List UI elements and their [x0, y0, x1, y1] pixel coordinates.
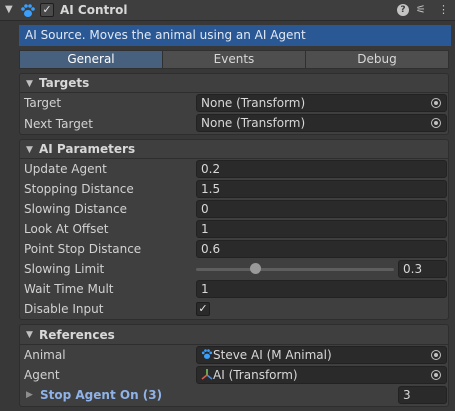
object-picker-icon[interactable] — [431, 350, 441, 360]
animal-field[interactable]: Steve AI (M Animal) — [196, 346, 447, 364]
ai-parameters-divider — [20, 158, 448, 159]
question-icon[interactable]: ? — [397, 4, 409, 16]
slowing-limit-slider-handle[interactable] — [249, 263, 261, 274]
look-at-offset-field[interactable]: 1 — [196, 220, 447, 238]
foldout-arrow-icon[interactable]: ▼ — [5, 4, 13, 15]
next-target-field[interactable]: None (Transform) — [196, 114, 447, 132]
animal-label: Animal — [24, 348, 66, 362]
stop-agent-count-field[interactable]: 3 — [398, 386, 447, 404]
next-target-label: Next Target — [24, 117, 93, 131]
component-header: ▼ ✓ AI Control ? ⚟ ⋮ — [0, 0, 455, 21]
references-divider — [20, 344, 448, 345]
target-field[interactable]: None (Transform) — [196, 94, 447, 112]
agent-field[interactable]: AI (Transform) — [196, 366, 447, 384]
slowing-limit-slider[interactable] — [196, 268, 394, 271]
update-agent-field[interactable]: 0.2 — [196, 160, 447, 178]
target-value: None (Transform) — [201, 96, 306, 110]
transform-icon — [201, 369, 213, 380]
object-picker-icon[interactable] — [431, 118, 441, 128]
kebab-menu-icon[interactable]: ⋮ — [438, 3, 449, 16]
references-foldout-icon[interactable]: ▼ — [26, 330, 33, 340]
wait-time-mult-field[interactable]: 1 — [196, 280, 447, 298]
disable-input-checkbox[interactable]: ✓ — [196, 302, 210, 316]
slowing-limit-field[interactable]: 0.3 — [398, 260, 447, 278]
stop-agent-on-label[interactable]: Stop Agent On (3) — [40, 388, 162, 402]
target-label: Target — [24, 96, 62, 110]
tab-debug[interactable]: Debug — [305, 50, 449, 69]
look-at-offset-label: Look At Offset — [24, 222, 109, 236]
animal-value: Steve AI (M Animal) — [213, 348, 332, 362]
slowing-distance-field[interactable]: 0 — [196, 200, 447, 218]
object-picker-icon[interactable] — [431, 370, 441, 380]
targets-divider — [20, 92, 448, 93]
object-picker-icon[interactable] — [431, 98, 441, 108]
agent-value: AI (Transform) — [213, 368, 298, 382]
ai-parameters-title: AI Parameters — [39, 142, 136, 156]
description-banner: AI Source. Moves the animal using an AI … — [19, 25, 451, 46]
stopping-distance-label: Stopping Distance — [24, 182, 134, 196]
slowing-distance-label: Slowing Distance — [24, 202, 127, 216]
sliders-icon[interactable]: ⚟ — [416, 3, 426, 16]
references-title: References — [39, 328, 115, 342]
stop-agent-foldout-icon[interactable]: ▶ — [26, 390, 33, 400]
slowing-limit-label: Slowing Limit — [24, 262, 105, 276]
agent-label: Agent — [24, 368, 60, 382]
update-agent-label: Update Agent — [24, 162, 107, 176]
point-stop-distance-field[interactable]: 0.6 — [196, 240, 447, 258]
stopping-distance-field[interactable]: 1.5 — [196, 180, 447, 198]
enable-checkbox[interactable]: ✓ — [40, 3, 54, 17]
point-stop-distance-label: Point Stop Distance — [24, 242, 142, 256]
disable-input-label: Disable Input — [24, 302, 104, 316]
ai-parameters-foldout-icon[interactable]: ▼ — [26, 145, 33, 155]
tab-bar: General Events Debug — [19, 50, 449, 69]
targets-foldout-icon[interactable]: ▼ — [26, 79, 33, 89]
component-title: AI Control — [60, 3, 128, 17]
next-target-value: None (Transform) — [201, 116, 306, 130]
paw-icon — [201, 349, 213, 359]
targets-title: Targets — [39, 76, 90, 90]
tab-events[interactable]: Events — [162, 50, 306, 69]
paw-icon — [21, 4, 35, 17]
tab-general[interactable]: General — [19, 50, 163, 69]
wait-time-mult-label: Wait Time Mult — [24, 282, 114, 296]
